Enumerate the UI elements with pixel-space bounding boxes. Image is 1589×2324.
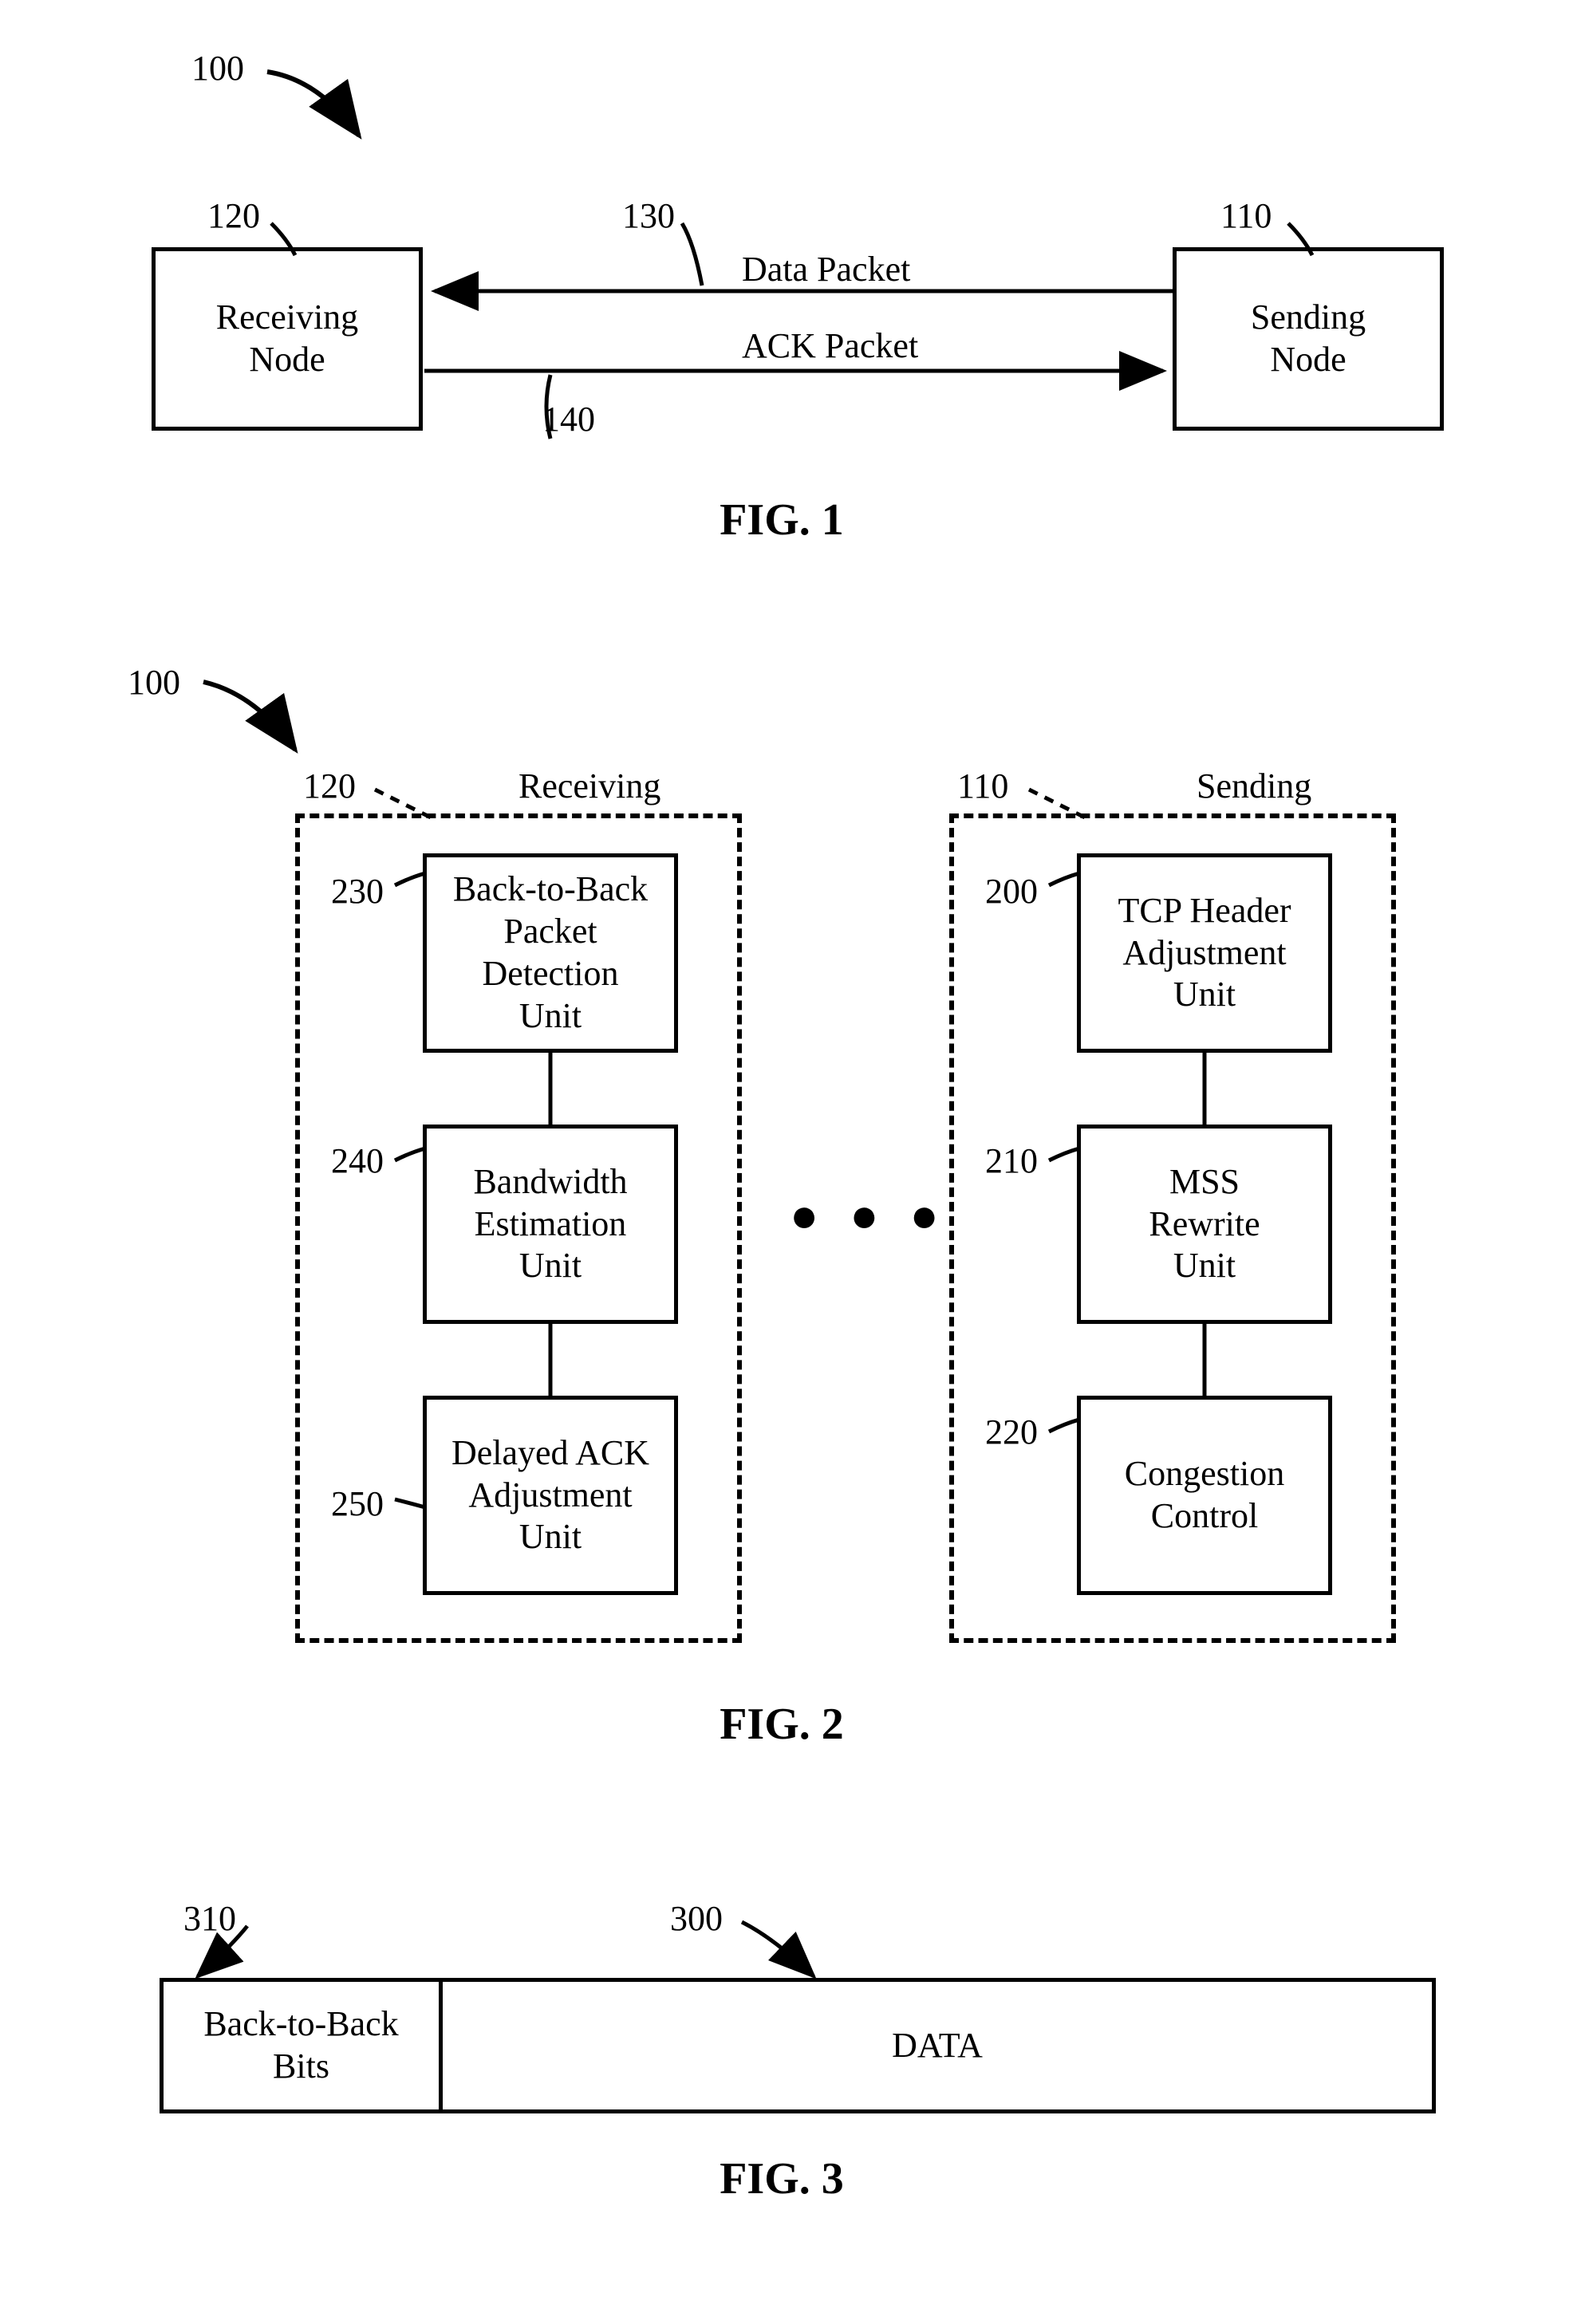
ref-220: 220 — [985, 1412, 1038, 1452]
data-packet-diagram: Back-to-Back Bits DATA — [160, 1978, 1436, 2113]
ref-110-fig2: 110 — [957, 766, 1008, 806]
sending-node-box: Sending Node — [1173, 247, 1444, 431]
box-220: Congestion Control — [1077, 1396, 1332, 1595]
box-200: TCP Header Adjustment Unit — [1077, 853, 1332, 1053]
ref-140-fig1: 140 — [542, 399, 595, 439]
ref-210: 210 — [985, 1140, 1038, 1181]
sending-title: Sending — [1197, 766, 1311, 806]
ref-100-fig2: 100 — [128, 662, 180, 703]
fig3-caption: FIG. 3 — [694, 2153, 869, 2204]
ref-240: 240 — [331, 1140, 384, 1181]
ref-300: 300 — [670, 1898, 723, 1939]
ref-310: 310 — [183, 1898, 236, 1939]
ack-packet-label: ACK Packet — [742, 325, 918, 366]
ref-110-fig1: 110 — [1220, 195, 1272, 236]
fig2-caption: FIG. 2 — [694, 1699, 869, 1750]
ref-200: 200 — [985, 871, 1038, 912]
data-box: DATA — [439, 1978, 1436, 2113]
data-packet-label: Data Packet — [742, 249, 910, 290]
ref-120-fig2: 120 — [303, 766, 356, 806]
ref-100-fig1: 100 — [191, 48, 244, 89]
fig1-caption: FIG. 1 — [694, 494, 869, 546]
receiving-title: Receiving — [518, 766, 660, 806]
ellipsis-dots: ● ● ● — [790, 1188, 948, 1243]
box-210: MSS Rewrite Unit — [1077, 1125, 1332, 1324]
box-250: Delayed ACK Adjustment Unit — [423, 1396, 678, 1595]
ref-130-fig1: 130 — [622, 195, 675, 236]
receiving-node-box: Receiving Node — [152, 247, 423, 431]
ref-230: 230 — [331, 871, 384, 912]
ref-250: 250 — [331, 1483, 384, 1524]
back-to-back-bits-box: Back-to-Back Bits — [160, 1978, 439, 2113]
box-240: Bandwidth Estimation Unit — [423, 1125, 678, 1324]
box-230: Back-to-Back Packet Detection Unit — [423, 853, 678, 1053]
ref-120-fig1: 120 — [207, 195, 260, 236]
